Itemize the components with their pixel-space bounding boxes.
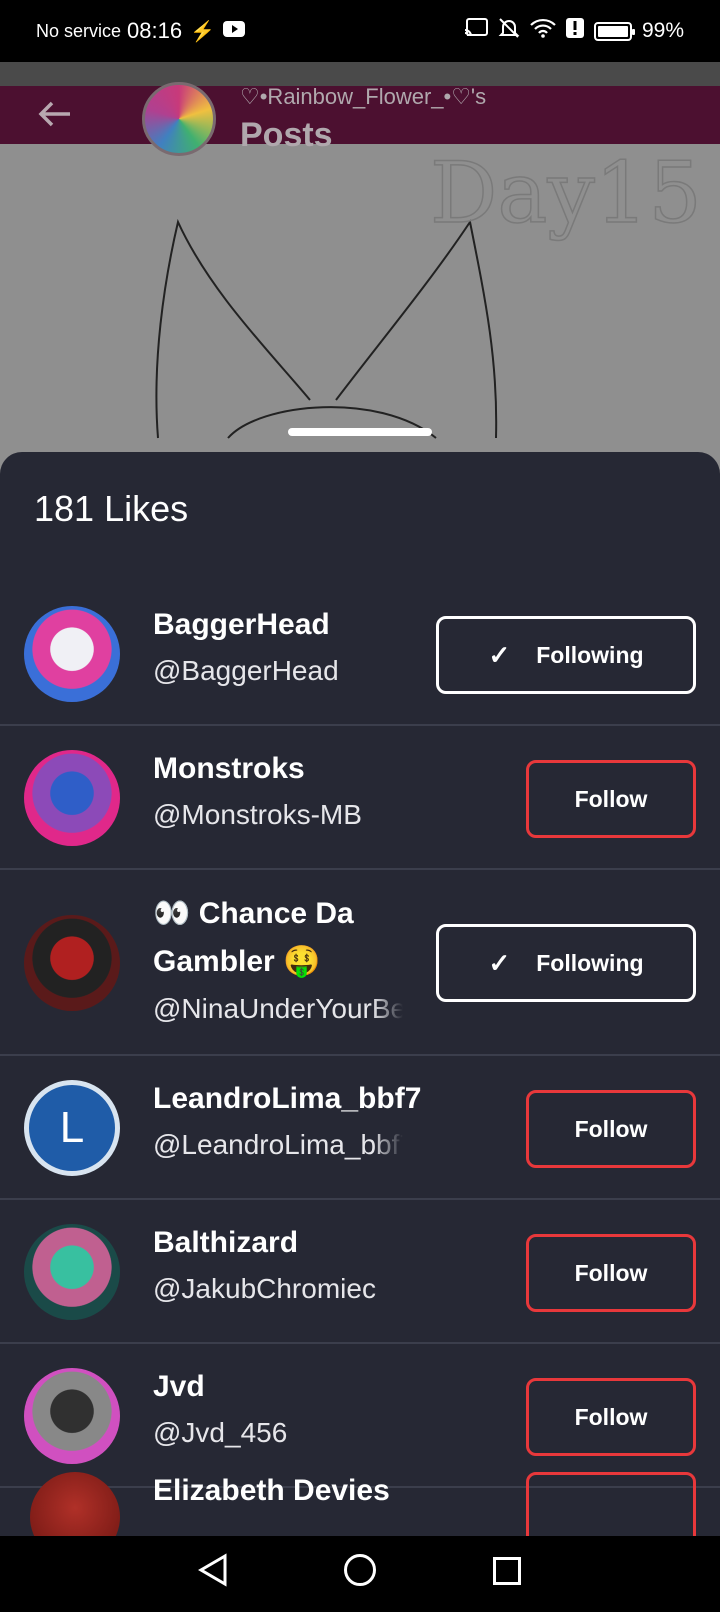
avatar[interactable] <box>24 915 120 1011</box>
follow-button[interactable]: Follow <box>526 1234 696 1312</box>
list-item[interactable]: BaggerHead @BaggerHead ✓ Following <box>0 582 720 726</box>
avatar[interactable] <box>24 750 120 846</box>
list-item[interactable]: Balthizard @JakubChromiec Follow <box>0 1200 720 1344</box>
user-handle: @LeandroLima_bbf7 <box>153 1129 403 1160</box>
user-name[interactable]: Elizabeth Devies <box>153 1474 390 1508</box>
carrier-text: No service <box>36 20 122 41</box>
nav-home-icon[interactable] <box>330 1553 390 1595</box>
follow-label: Follow <box>574 1403 648 1430</box>
avatar[interactable] <box>30 1472 120 1536</box>
post-drawing: Day15 <box>155 143 703 439</box>
cast-icon <box>464 18 488 44</box>
avatar[interactable] <box>24 1224 120 1320</box>
list-item[interactable]: L LeandroLima_bbf7 @LeandroLima_bbf7 Fol… <box>0 1056 720 1200</box>
following-button[interactable]: ✓ Following <box>436 616 696 694</box>
flash-icon: ⚡ <box>190 20 215 43</box>
sheet-drag-handle[interactable] <box>288 428 432 436</box>
nav-back-icon[interactable] <box>183 1552 243 1596</box>
follow-button[interactable]: Follow <box>526 760 696 838</box>
following-label: Following <box>536 641 644 668</box>
user-name[interactable]: Jvd <box>153 1364 403 1410</box>
wifi-icon <box>530 18 556 44</box>
post-drawing-text: Day15 <box>430 144 702 242</box>
avatar-letter: L <box>59 1103 85 1152</box>
user-handle: @JakubChromiec <box>153 1273 376 1304</box>
post-title: Posts <box>240 116 333 154</box>
battery-percent: 99% <box>641 19 684 42</box>
likes-sheet: 181 Likes BaggerHead @BaggerHead ✓ Follo… <box>0 452 720 1536</box>
list-item[interactable]: Elizabeth Devies <box>0 1468 720 1536</box>
follow-label: Follow <box>574 1115 648 1142</box>
battery-icon <box>593 21 635 41</box>
checkmark-icon: ✓ <box>488 639 511 670</box>
list-item[interactable]: Jvd @Jvd_456 Follow <box>0 1344 720 1488</box>
system-nav-bar <box>0 1536 720 1612</box>
post-owner-avatar <box>142 82 216 156</box>
clock: 08:16 <box>127 18 183 43</box>
follow-label: Follow <box>574 1259 648 1286</box>
follow-label: Follow <box>574 785 648 812</box>
likes-list[interactable]: BaggerHead @BaggerHead ✓ Following Monst… <box>0 582 720 1488</box>
avatar[interactable] <box>24 1368 120 1464</box>
user-handle: @NinaUnderYourBed <box>153 993 403 1024</box>
mute-icon <box>498 17 520 45</box>
follow-button[interactable]: Follow <box>526 1378 696 1456</box>
follow-button[interactable] <box>526 1472 696 1536</box>
list-item[interactable]: 👀 Chance Da Gambler 🤑 @NinaUnderYourBed … <box>0 870 720 1056</box>
user-name[interactable]: BaggerHead <box>153 602 403 648</box>
user-handle: @Jvd_456 <box>153 1417 288 1448</box>
post-owner-name: ♡•Rainbow_Flower_•♡'s <box>240 84 487 109</box>
user-handle: @BaggerHead <box>153 655 339 686</box>
following-button[interactable]: ✓ Following <box>436 924 696 1002</box>
follow-button[interactable]: Follow <box>526 1090 696 1168</box>
alert-icon <box>565 18 584 44</box>
list-item[interactable]: Monstroks @Monstroks-MB Follow <box>0 726 720 870</box>
user-name[interactable]: Balthizard <box>153 1220 403 1266</box>
following-label: Following <box>536 949 644 976</box>
avatar[interactable]: L <box>24 1080 120 1176</box>
nav-recent-apps-icon[interactable] <box>477 1554 537 1594</box>
user-handle: @Monstroks-MB <box>153 799 362 830</box>
status-bar: No service 08:16 ⚡ 99% <box>0 0 720 62</box>
user-name[interactable]: Monstroks <box>153 746 403 792</box>
user-name[interactable]: 👀 Chance Da Gambler 🤑 <box>153 890 403 986</box>
avatar[interactable] <box>24 606 120 702</box>
user-name[interactable]: LeandroLima_bbf7 <box>153 1076 421 1122</box>
youtube-icon <box>223 20 245 43</box>
checkmark-icon: ✓ <box>488 947 511 978</box>
likes-count-title: 181 Likes <box>34 488 189 529</box>
post-background: Day15 ♡•Rainbow_Flower_•♡'s Posts <box>0 62 720 482</box>
